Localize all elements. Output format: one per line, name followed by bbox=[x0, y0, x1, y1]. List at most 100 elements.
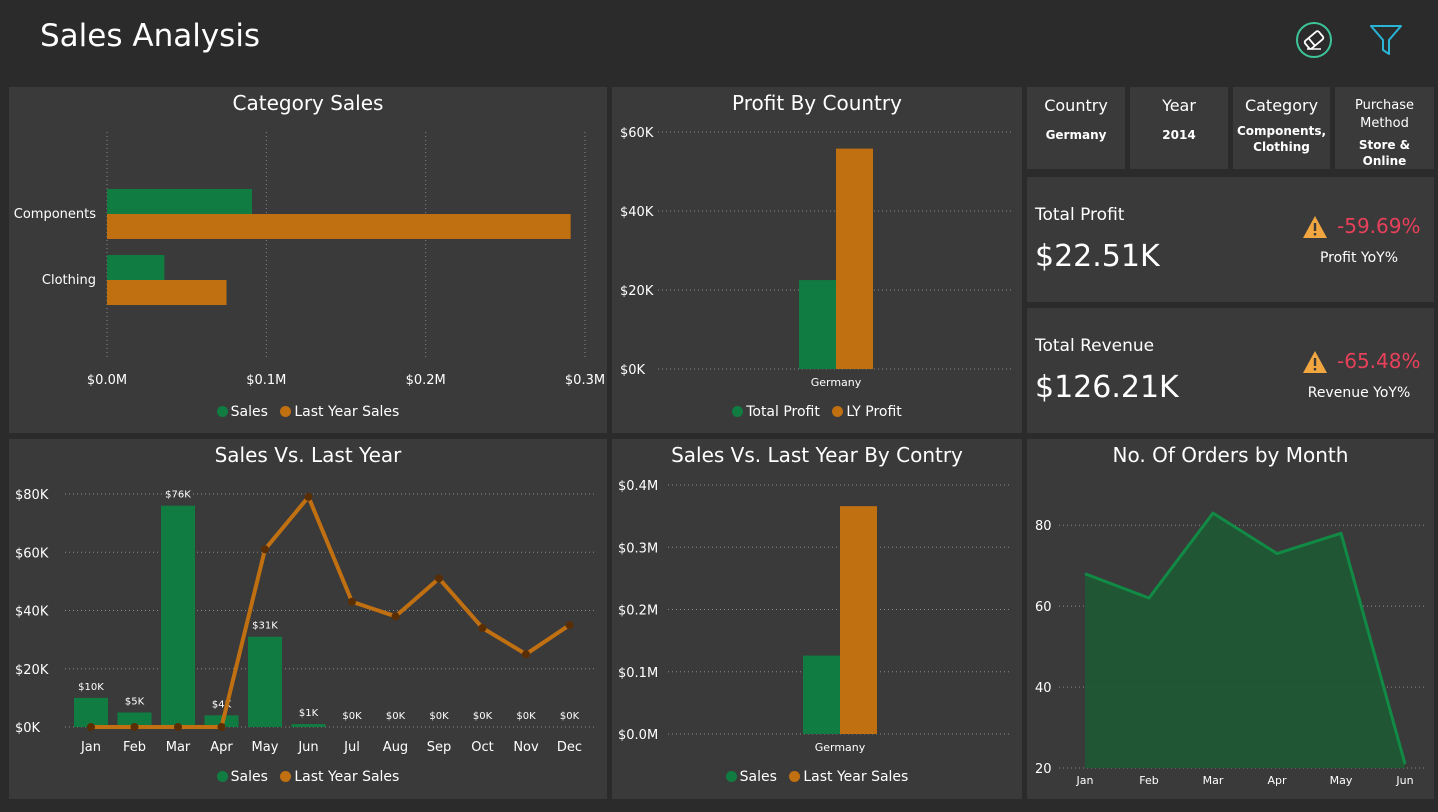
legend: Sales Last Year Sales bbox=[9, 404, 607, 420]
page-title: Sales Analysis bbox=[40, 18, 261, 54]
y-tick-label: $0K bbox=[620, 363, 646, 378]
point-last-year-sales bbox=[435, 574, 443, 583]
point-last-year-sales bbox=[130, 723, 139, 731]
kpi-change-label: Revenue YoY% bbox=[1307, 385, 1411, 401]
y-tick-label: 60 bbox=[1035, 600, 1052, 615]
point-last-year-sales bbox=[261, 545, 269, 554]
filter-label: Country bbox=[1044, 96, 1108, 115]
filter-card-purchase-method[interactable]: Purchase Method Store & Online bbox=[1335, 87, 1434, 169]
sales-vs-last-year-by-country-panel: Sales Vs. Last Year By Contry $0.0M $0.1M… bbox=[612, 439, 1022, 799]
point-last-year-sales bbox=[348, 597, 356, 606]
area-orders bbox=[1085, 513, 1405, 768]
kpi-value: $22.51K bbox=[1035, 239, 1160, 274]
y-tick-label: $0.1M bbox=[618, 666, 658, 681]
filter-value: Germany bbox=[1045, 128, 1107, 142]
sales-vs-last-year-panel: Sales Vs. Last Year $0K $20K $40K $60K $80K $… bbox=[9, 439, 607, 799]
eraser-icon[interactable] bbox=[1294, 20, 1334, 60]
point-last-year-sales bbox=[391, 612, 400, 621]
legend-item-sales[interactable]: Sales bbox=[725, 769, 777, 785]
legend-item-last-year-sales[interactable]: Last Year Sales bbox=[280, 769, 399, 785]
filter-card-country[interactable]: Country Germany bbox=[1027, 87, 1125, 169]
legend-item-ly-profit[interactable]: LY Profit bbox=[832, 404, 902, 420]
bar-last-year-sales bbox=[840, 506, 877, 734]
y-tick-label: $20K bbox=[620, 284, 654, 299]
filter-card-category[interactable]: Category Components, Clothing bbox=[1233, 87, 1330, 169]
x-tick-label: Apr bbox=[1267, 774, 1287, 787]
orders-by-month-chart: 20 40 60 80 Jan Feb Mar Apr May Jun bbox=[1035, 511, 1427, 787]
x-tick-label: Oct bbox=[471, 740, 493, 755]
bar-sales bbox=[74, 697, 108, 727]
y-tick-label: 80 bbox=[1035, 519, 1052, 534]
category-sales-panel: Category Sales $0.0M $0.1M $0.2M $0.3M Compo… bbox=[9, 87, 607, 433]
x-tick-label: $0.2M bbox=[406, 373, 446, 387]
point-last-year-sales bbox=[87, 723, 95, 731]
x-tick-label: May bbox=[1330, 774, 1353, 787]
filter-label: Category bbox=[1244, 96, 1319, 115]
x-tick-label: $0.0M bbox=[87, 373, 127, 387]
legend-item-total-profit[interactable]: Total Profit bbox=[732, 404, 820, 420]
x-tick-label: Apr bbox=[210, 740, 233, 755]
filter-value: 2014 bbox=[1162, 128, 1196, 142]
warning-icon bbox=[1303, 216, 1327, 238]
data-label: $10K bbox=[78, 682, 104, 693]
x-tick-label: May bbox=[252, 740, 279, 755]
x-tick-label: Feb bbox=[1139, 774, 1158, 787]
orders-by-month-panel: No. Of Orders by Month 20 40 60 80 Jan Feb Mar… bbox=[1027, 439, 1434, 799]
header: Sales Analysis bbox=[0, 0, 1438, 84]
filter-value: Components, Clothing bbox=[1236, 124, 1327, 154]
bar-sales bbox=[107, 255, 165, 280]
point-last-year-sales bbox=[565, 621, 574, 630]
bar-total-profit bbox=[799, 280, 836, 369]
x-tick-label: Nov bbox=[513, 740, 539, 755]
y-tick-label: 40 bbox=[1035, 681, 1052, 696]
x-tick-label: Jun bbox=[297, 740, 318, 755]
bar-sales bbox=[803, 655, 840, 734]
y-tick-label: $0.3M bbox=[618, 541, 658, 556]
x-tick-label: Jan bbox=[1076, 774, 1094, 787]
category-sales-chart: $0.0M $0.1M $0.2M $0.3M Components Clothing bbox=[14, 132, 605, 387]
legend: Sales Last Year Sales bbox=[9, 769, 607, 785]
x-tick-label: Jul bbox=[343, 740, 360, 755]
y-tick-label: $0.4M bbox=[618, 479, 658, 494]
y-tick-label: $0.2M bbox=[618, 604, 658, 619]
data-label: $0K bbox=[386, 711, 406, 722]
kpi-label: Total Profit bbox=[1035, 205, 1125, 225]
point-last-year-sales bbox=[217, 723, 226, 731]
kpi-change-label: Profit YoY% bbox=[1319, 250, 1399, 266]
legend: Sales Last Year Sales bbox=[612, 769, 1022, 785]
legend: Total Profit LY Profit bbox=[612, 404, 1022, 420]
bar-sales bbox=[248, 636, 282, 727]
y-tick-label: $20K bbox=[15, 663, 49, 678]
profit-by-country-panel: Profit By Country $0K $20K $40K $60K Germany… bbox=[612, 87, 1022, 433]
kpi-change: -65.48% bbox=[1337, 349, 1421, 373]
legend-item-last-year-sales[interactable]: Last Year Sales bbox=[789, 769, 908, 785]
data-label: $0K bbox=[342, 711, 362, 722]
filter-icon[interactable] bbox=[1366, 20, 1406, 60]
legend-item-sales[interactable]: Sales bbox=[216, 769, 268, 785]
x-tick-label: Aug bbox=[383, 740, 408, 755]
x-tick-label: Mar bbox=[166, 740, 191, 755]
point-last-year-sales bbox=[304, 492, 313, 501]
filter-label: Purchase Method bbox=[1354, 98, 1415, 131]
data-label: $0K bbox=[516, 711, 536, 722]
data-label: $0K bbox=[560, 711, 580, 722]
x-tick-label: $0.1M bbox=[246, 373, 286, 387]
bar-last-year-sales bbox=[107, 280, 227, 305]
y-tick-label: 20 bbox=[1035, 762, 1052, 777]
point-last-year-sales bbox=[478, 623, 487, 632]
x-category-label: Germany bbox=[815, 741, 866, 754]
bar-sales bbox=[107, 189, 252, 214]
kpi-label: Total Revenue bbox=[1035, 336, 1155, 356]
filter-card-year[interactable]: Year 2014 bbox=[1130, 87, 1228, 169]
y-tick-label: $0K bbox=[15, 721, 41, 736]
x-category-label: Germany bbox=[811, 376, 862, 389]
bar-last-year-sales bbox=[107, 214, 571, 239]
bar-ly-profit bbox=[836, 148, 873, 369]
x-tick-label: Jan bbox=[80, 740, 101, 755]
legend-item-sales[interactable]: Sales bbox=[216, 404, 268, 420]
data-label: $5K bbox=[125, 696, 145, 707]
legend-item-last-year-sales[interactable]: Last Year Sales bbox=[280, 404, 399, 420]
data-label: $0K bbox=[473, 711, 493, 722]
x-tick-label: $0.3M bbox=[565, 373, 605, 387]
x-tick-label: Mar bbox=[1203, 774, 1224, 787]
